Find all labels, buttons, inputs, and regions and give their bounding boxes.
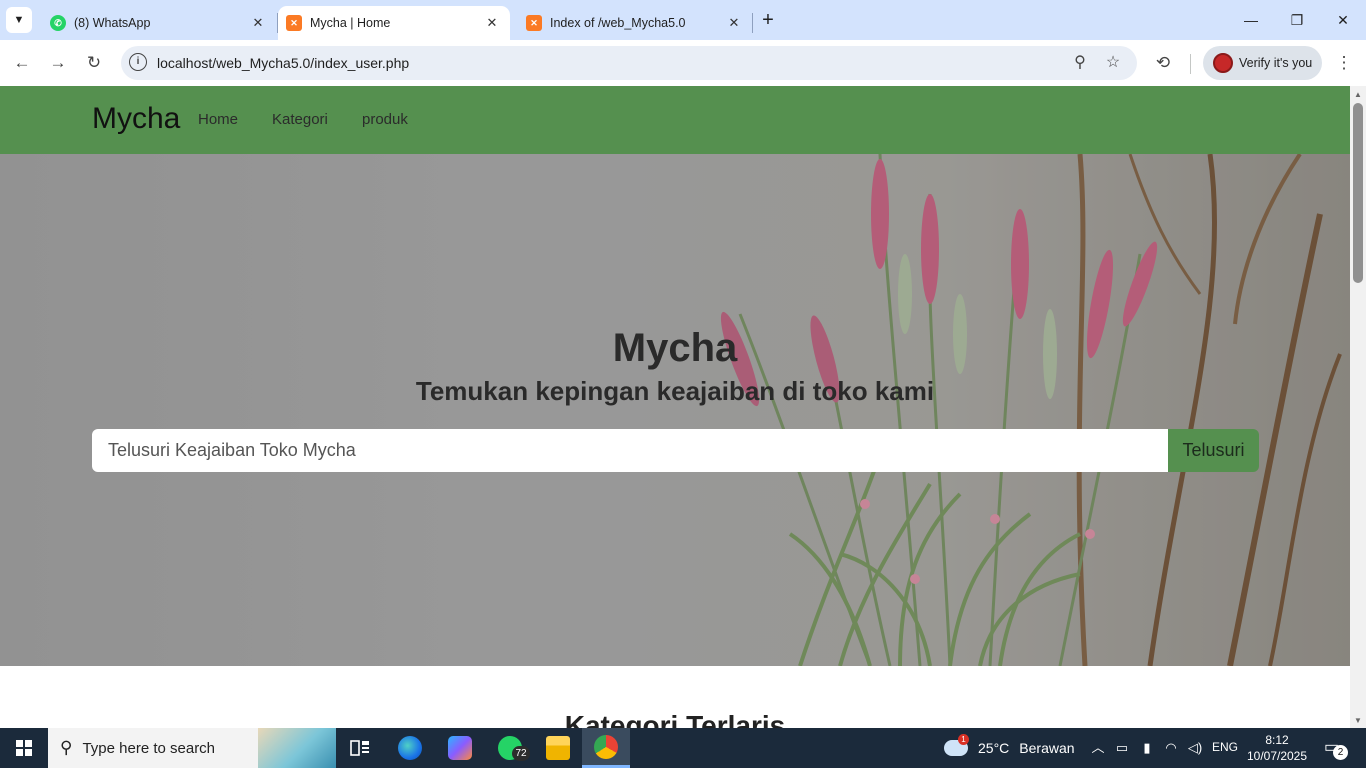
volume-icon[interactable]: ◁)	[1185, 739, 1205, 757]
weather-temp: 25°C	[978, 740, 1010, 756]
tab-title: Mycha | Home	[310, 16, 391, 30]
search-highlight-image	[258, 728, 336, 768]
taskbar-search-text: Type here to search	[82, 739, 216, 757]
clock-time: 8:12	[1265, 733, 1289, 747]
address-bar[interactable]: i localhost/web_Mycha5.0/index_user.php …	[121, 46, 1137, 80]
verify-profile-button[interactable]: Verify it's you	[1203, 46, 1322, 80]
taskbar-app-file-explorer[interactable]	[534, 728, 582, 768]
scroll-up-icon[interactable]: ▲	[1354, 90, 1362, 99]
windows-logo-icon	[16, 740, 32, 756]
toolbar-divider	[1190, 54, 1191, 74]
site-info-icon[interactable]: i	[129, 53, 147, 71]
forward-arrow-icon[interactable]: →	[46, 51, 70, 75]
address-url[interactable]: localhost/web_Mycha5.0/index_user.php	[157, 55, 409, 71]
verify-label: Verify it's you	[1239, 56, 1313, 70]
chrome-icon	[594, 734, 618, 759]
battery-icon[interactable]: ▮	[1137, 739, 1157, 757]
xampp-icon: ✕	[526, 15, 542, 31]
whatsapp-icon: ✆	[50, 15, 66, 31]
close-tab-icon[interactable]: ✕	[726, 15, 742, 31]
show-hidden-icons-icon[interactable]: ︿	[1088, 739, 1108, 757]
tab-mycha-home[interactable]: ✕ Mycha | Home ✕	[278, 6, 510, 40]
start-button[interactable]	[0, 728, 48, 768]
task-view-button[interactable]	[336, 728, 384, 768]
search-input[interactable]	[92, 429, 1168, 472]
weather-alert-badge: 1	[958, 734, 969, 745]
scroll-down-icon[interactable]: ▼	[1354, 716, 1362, 725]
section-title: Kategori Terlaris	[564, 710, 786, 728]
nav-home[interactable]: Home	[198, 111, 238, 128]
nav-produk[interactable]: produk	[362, 111, 408, 128]
bookmark-star-icon[interactable]: ☆	[1102, 52, 1124, 74]
taskbar-clock[interactable]: 8:12 10/07/2025	[1246, 732, 1308, 764]
folder-icon	[546, 736, 570, 760]
whatsapp-badge: 72	[512, 746, 530, 761]
clock-date: 10/07/2025	[1246, 749, 1308, 763]
browser-toolbar: ← → ↻ i localhost/web_Mycha5.0/index_use…	[0, 40, 1366, 86]
search-button[interactable]: Telusuri	[1168, 429, 1259, 472]
hero-overlay	[0, 154, 1350, 666]
history-icon[interactable]: ⟲	[1151, 51, 1175, 75]
taskbar-search-box[interactable]: ⚲ Type here to search	[48, 728, 336, 768]
new-tab-button[interactable]: +	[758, 8, 778, 32]
close-tab-icon[interactable]: ✕	[250, 15, 266, 31]
back-arrow-icon[interactable]: ←	[10, 51, 34, 75]
site-navbar: Mycha Home Kategori produk	[0, 86, 1350, 154]
taskbar-app-edge[interactable]	[386, 728, 434, 768]
restore-window-icon[interactable]: ❐	[1282, 8, 1312, 32]
minimize-window-icon[interactable]: —	[1236, 8, 1266, 32]
tab-index-of[interactable]: ✕ Index of /web_Mycha5.0 ✕	[516, 6, 752, 40]
tab-separator	[752, 13, 753, 33]
xampp-icon: ✕	[286, 15, 302, 31]
copilot-icon	[448, 736, 472, 760]
tab-title: Index of /web_Mycha5.0	[550, 16, 686, 30]
reload-icon[interactable]: ↻	[82, 51, 106, 75]
tab-title: (8) WhatsApp	[74, 16, 151, 30]
cloud-icon: 1	[944, 734, 969, 756]
language-indicator[interactable]: ENG	[1212, 740, 1238, 754]
scrollbar-thumb[interactable]	[1353, 103, 1363, 283]
notification-center-icon[interactable]: ▭ 2	[1324, 737, 1348, 760]
tab-search-button[interactable]: ▼	[6, 7, 32, 33]
zoom-icon[interactable]: ⚲	[1069, 52, 1091, 74]
network-icon[interactable]: ◠	[1161, 739, 1181, 757]
browser-tab-strip: ▼ ✆ (8) WhatsApp ✕ ✕ Mycha | Home ✕ ✕ In…	[0, 0, 1366, 40]
close-window-icon[interactable]: ✕	[1328, 8, 1358, 32]
taskbar-app-whatsapp[interactable]: 72	[486, 728, 534, 768]
edge-icon	[398, 736, 422, 760]
page-scrollbar[interactable]: ▲ ▼	[1350, 86, 1366, 728]
search-icon: ⚲	[60, 738, 73, 757]
meet-now-icon[interactable]: ▭	[1112, 739, 1132, 757]
hero-subtitle: Temukan kepingan keajaiban di toko kami	[415, 376, 935, 406]
web-page: Mycha Home Kategori produk Mycha Temukan…	[0, 86, 1350, 728]
site-brand[interactable]: Mycha	[92, 102, 180, 136]
weather-text: Berawan	[1019, 740, 1075, 756]
weather-widget[interactable]: 1 25°C Berawan	[944, 728, 1075, 768]
hero-banner: Mycha Temukan kepingan keajaiban di toko…	[0, 154, 1350, 666]
profile-avatar	[1213, 53, 1233, 73]
task-view-icon	[350, 740, 369, 756]
tab-whatsapp[interactable]: ✆ (8) WhatsApp ✕	[40, 6, 276, 40]
nav-kategori[interactable]: Kategori	[272, 111, 328, 128]
browser-menu-icon[interactable]: ⋮	[1332, 51, 1356, 75]
taskbar-app-copilot[interactable]	[436, 728, 484, 768]
notification-count: 2	[1333, 745, 1348, 760]
close-tab-icon[interactable]: ✕	[484, 15, 500, 31]
taskbar-app-chrome[interactable]	[582, 728, 630, 768]
hero-title: Mycha	[612, 326, 738, 370]
windows-taskbar: ⚲ Type here to search 72 1 25°C Berawan …	[0, 728, 1366, 768]
